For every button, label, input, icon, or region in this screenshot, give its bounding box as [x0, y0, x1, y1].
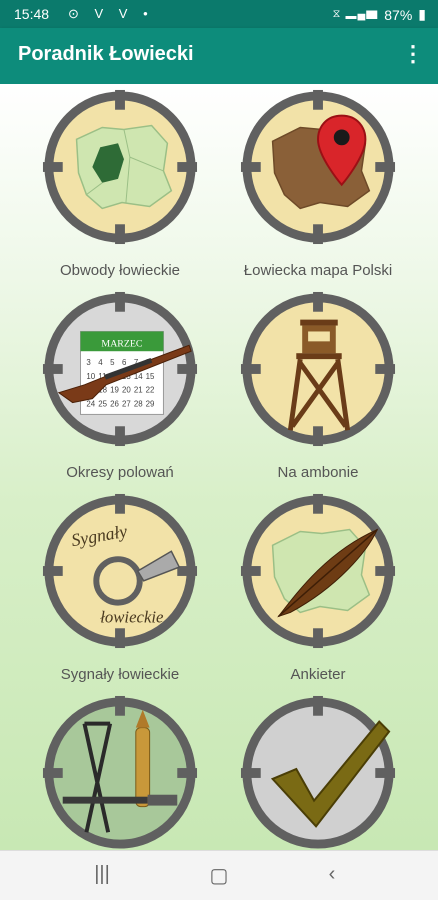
svg-text:15: 15 [146, 372, 155, 381]
battery-percent: 87% [384, 6, 413, 23]
system-nav-bar: ||| ▢ ‹ [0, 850, 438, 900]
svg-text:27: 27 [122, 400, 131, 409]
tile-obwody-lowieckie[interactable]: Obwody łowieckie [20, 88, 220, 288]
tile-label: Sygnały łowieckie [60, 666, 180, 683]
svg-text:25: 25 [98, 400, 107, 409]
svg-text:21: 21 [134, 386, 143, 395]
app-title: Poradnik Łowiecki [18, 43, 194, 65]
svg-text:22: 22 [146, 386, 155, 395]
recents-icon[interactable]: ||| [82, 863, 122, 889]
tile-label: Łowiecka mapa Polski [243, 262, 393, 279]
tile-sygnaly-lowieckie[interactable]: Sygnały łowieckie Sygnały łowieckie [20, 492, 220, 692]
battery-icon: ▮ [418, 6, 426, 22]
tile-na-ambonie[interactable]: Na ambonie [218, 290, 418, 490]
tile-okresy-polowan[interactable]: MARZEC 345678 101112131415 171819202122 … [20, 290, 220, 490]
status-bar: 15:48 ⊙ V V • ⧖ ▂▄▆ 87% ▮ [0, 0, 438, 28]
tile-label: Okresy polowań [66, 464, 174, 481]
hunting-horn-icon: Sygnały łowieckie [42, 493, 198, 649]
status-right: ⧖ ▂▄▆ 87% ▮ [333, 6, 426, 23]
svg-text:5: 5 [110, 358, 115, 367]
svg-text:3: 3 [86, 358, 91, 367]
svg-text:6: 6 [122, 358, 127, 367]
feather-quill-icon [240, 493, 396, 649]
menu-grid: Obwody łowieckie Łowiecka mapa Polski MA… [0, 84, 438, 850]
checkmark-icon [240, 695, 396, 849]
poland-map-region-icon [42, 89, 198, 245]
hunting-gear-icon [42, 695, 198, 849]
calendar-rifle-icon: MARZEC 345678 101112131415 171819202122 … [42, 291, 198, 447]
svg-text:26: 26 [110, 400, 119, 409]
svg-text:10: 10 [86, 372, 95, 381]
map-pin-poland-icon [240, 89, 396, 245]
signal-icon: ⧖ ▂▄▆ [332, 8, 379, 20]
tile-label: Na ambonie [277, 464, 359, 481]
svg-text:19: 19 [110, 386, 119, 395]
horn-text-bottom: łowieckie [100, 607, 164, 626]
calendar-month: MARZEC [101, 338, 143, 349]
app-bar: Poradnik Łowiecki ⋮ [0, 28, 438, 84]
home-icon[interactable]: ▢ [199, 863, 239, 889]
tile-label: Obwody łowieckie [59, 262, 181, 279]
tile-ankieter[interactable]: Ankieter [218, 492, 418, 692]
tile-checkmark[interactable] [218, 694, 418, 850]
hunting-stand-icon [240, 291, 396, 447]
svg-text:29: 29 [146, 400, 155, 409]
svg-text:4: 4 [98, 358, 103, 367]
overflow-menu-icon[interactable]: ⋮ [402, 43, 424, 65]
svg-text:28: 28 [134, 400, 143, 409]
svg-text:20: 20 [122, 386, 131, 395]
notification-icons: ⊙ V V • [68, 6, 154, 21]
svg-text:24: 24 [86, 400, 95, 409]
tile-label: Ankieter [290, 666, 346, 683]
status-time: 15:48 [14, 6, 50, 22]
tile-lowiecka-mapa-polski[interactable]: Łowiecka mapa Polski [218, 88, 418, 288]
back-icon[interactable]: ‹ [312, 863, 352, 889]
tile-hunting-gear[interactable] [20, 694, 220, 850]
